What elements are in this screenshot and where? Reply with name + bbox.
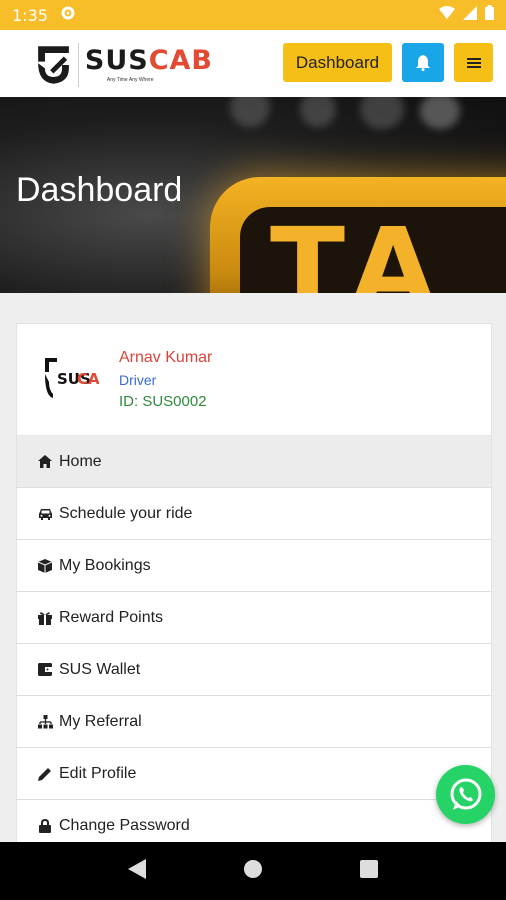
logo-tagline: Any Time Any Where [106, 76, 154, 83]
status-bar: 1:35 [0, 0, 506, 30]
home-nav-icon[interactable] [243, 859, 263, 884]
menu-item-label: Edit Profile [59, 764, 137, 782]
sitemap-icon [37, 714, 53, 730]
signal-icon [463, 5, 477, 25]
system-icons [439, 5, 494, 25]
menu-item-edit-profile[interactable]: Edit Profile [17, 748, 491, 800]
profile-role: Driver [119, 372, 157, 388]
taxi-sign: TA [210, 177, 506, 293]
menu-item-schedule-ride[interactable]: Schedule your ride [17, 488, 491, 540]
car-icon [37, 506, 53, 522]
bokeh-light [300, 97, 336, 127]
menu-toggle-button[interactable] [454, 43, 493, 82]
wifi-icon [439, 5, 455, 25]
gift-icon [37, 610, 53, 626]
whatsapp-button[interactable] [436, 765, 495, 824]
menu-item-my-bookings[interactable]: My Bookings [17, 540, 491, 592]
box-icon [37, 558, 53, 574]
menu-item-label: My Referral [59, 712, 142, 730]
menu-item-label: Change Password [59, 816, 190, 834]
menu-item-label: Reward Points [59, 608, 164, 626]
suscab-avatar-logo: SUS CAB [45, 357, 111, 398]
bell-icon [416, 54, 430, 71]
profile-info: Arnav Kumar Driver ID: SUS0002 [119, 349, 212, 410]
hero-banner: TA Dashboard [0, 97, 506, 293]
status-time: 1:35 [12, 5, 48, 25]
pencil-icon [37, 766, 53, 782]
menu-item-sus-wallet[interactable]: SUS Wallet [17, 644, 491, 696]
home-icon [37, 454, 53, 470]
taxi-sign-text: TA [270, 204, 450, 293]
dashboard-button[interactable]: Dashboard [283, 43, 392, 82]
menu-item-home[interactable]: Home [17, 436, 491, 488]
hamburger-icon [466, 57, 481, 68]
logo-wordmark: SUSCAB [84, 44, 213, 76]
svg-text:CAB: CAB [77, 370, 99, 388]
menu-item-my-referral[interactable]: My Referral [17, 696, 491, 748]
menu-item-label: My Bookings [59, 556, 151, 574]
profile-name: Arnav Kumar [119, 349, 213, 366]
whatsapp-icon [450, 778, 481, 810]
menu-item-label: Home [59, 452, 102, 470]
logo-text: SUSCAB Any Time Any Where [84, 44, 213, 83]
profile-id: ID: SUS0002 [119, 393, 207, 410]
profile-avatar: SUS CAB [41, 352, 111, 408]
recents-icon[interactable] [359, 859, 378, 883]
menu-item-label: Schedule your ride [59, 504, 193, 522]
suscab-logo[interactable]: SUSCAB Any Time Any Where [33, 37, 213, 92]
battery-icon [485, 5, 494, 25]
logo-cab: CAB [148, 44, 213, 76]
android-nav-bar [0, 842, 506, 900]
suscab-logo-mark [38, 45, 69, 84]
menu-item-reward-points[interactable]: Reward Points [17, 592, 491, 644]
dashboard-menu-card: SUS CAB Arnav Kumar Driver ID: SUS0002 H… [16, 323, 492, 843]
lock-icon [37, 818, 53, 834]
bokeh-light [420, 97, 460, 129]
notification-button[interactable] [402, 43, 444, 82]
logo-divider [78, 42, 79, 87]
menu-item-change-password[interactable]: Change Password [17, 800, 491, 842]
back-icon[interactable] [128, 858, 147, 884]
logo-sus: SUS [84, 44, 149, 76]
page-title: Dashboard [16, 171, 183, 209]
bokeh-light [360, 97, 404, 129]
profile-section: SUS CAB Arnav Kumar Driver ID: SUS0002 [17, 324, 491, 436]
wallet-icon [37, 662, 53, 678]
menu-item-label: SUS Wallet [59, 660, 141, 678]
gear-icon [60, 5, 76, 26]
bokeh-light [230, 97, 270, 127]
